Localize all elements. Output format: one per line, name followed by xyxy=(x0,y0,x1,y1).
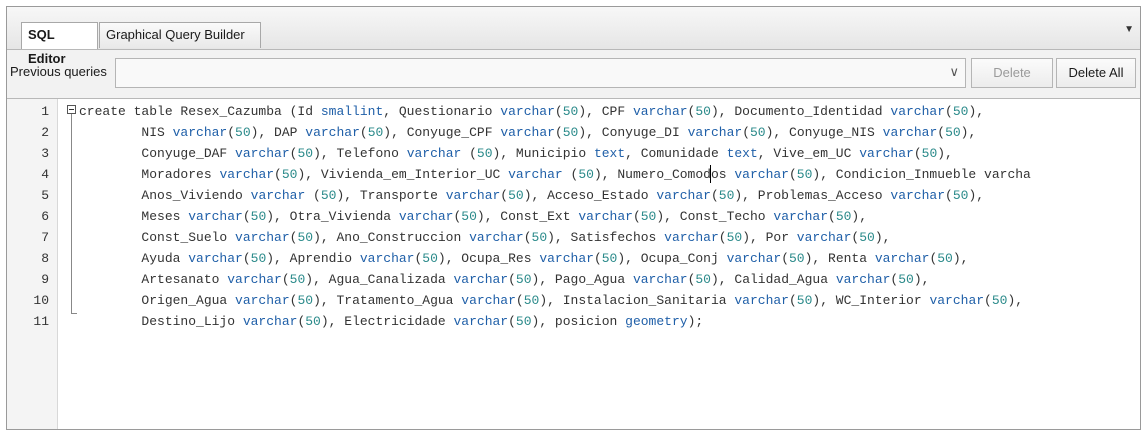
line-number: 5 xyxy=(41,188,49,203)
code-line[interactable]: Meses varchar(50), Otra_Vivienda varchar… xyxy=(79,206,867,227)
line-number: 8 xyxy=(41,251,49,266)
line-number: 11 xyxy=(33,314,49,329)
fold-collapse-icon[interactable] xyxy=(67,105,76,114)
line-number: 10 xyxy=(33,293,49,308)
code-line[interactable]: Ayuda varchar(50), Aprendio varchar(50),… xyxy=(79,248,968,269)
code-line[interactable]: Anos_Viviendo varchar (50), Transporte v… xyxy=(79,185,984,206)
sql-editor-panel: SQL Editor Graphical Query Builder ▼ Pre… xyxy=(6,6,1141,430)
fold-guide-end xyxy=(71,313,77,314)
code-line[interactable]: create table Resex_Cazumba (Id smallint,… xyxy=(79,101,984,122)
code-line[interactable]: Destino_Lijo varchar(50), Electricidade … xyxy=(79,311,703,332)
code-line[interactable]: Moradores varchar(50), Vivienda_em_Inter… xyxy=(79,164,1030,185)
tab-bar: SQL Editor Graphical Query Builder ▼ xyxy=(7,7,1140,66)
delete-all-button[interactable]: Delete All xyxy=(1056,58,1136,88)
fold-guide-line xyxy=(71,114,72,313)
code-line[interactable]: Const_Suelo varchar(50), Ano_Construccio… xyxy=(79,227,890,248)
chevron-down-icon[interactable]: ∨ xyxy=(949,64,959,80)
tab-graphical-query-builder[interactable]: Graphical Query Builder xyxy=(99,22,261,48)
line-number: 6 xyxy=(41,209,49,224)
line-number: 7 xyxy=(41,230,49,245)
code-line[interactable]: Conyuge_DAF varchar(50), Telefono varcha… xyxy=(79,143,952,164)
line-number: 1 xyxy=(41,104,49,119)
line-number: 9 xyxy=(41,272,49,287)
delete-button[interactable]: Delete xyxy=(971,58,1053,88)
previous-queries-row: Previous queries ∨ Delete Delete All xyxy=(7,50,1140,99)
dropdown-arrow-icon[interactable]: ▼ xyxy=(1124,24,1134,35)
code-line[interactable]: Origen_Agua varchar(50), Tratamento_Agua… xyxy=(79,290,1023,311)
code-line[interactable]: NIS varchar(50), DAP varchar(50), Conyug… xyxy=(79,122,976,143)
code-line[interactable]: Artesanato varchar(50), Agua_Canalizada … xyxy=(79,269,929,290)
line-number: 4 xyxy=(41,167,49,182)
line-number: 3 xyxy=(41,146,49,161)
tab-sql-editor[interactable]: SQL Editor xyxy=(21,22,98,66)
code-editor[interactable]: 1 create table Resex_Cazumba (Id smallint… xyxy=(7,99,1140,429)
line-number: 2 xyxy=(41,125,49,140)
previous-queries-dropdown[interactable]: ∨ xyxy=(115,58,966,88)
